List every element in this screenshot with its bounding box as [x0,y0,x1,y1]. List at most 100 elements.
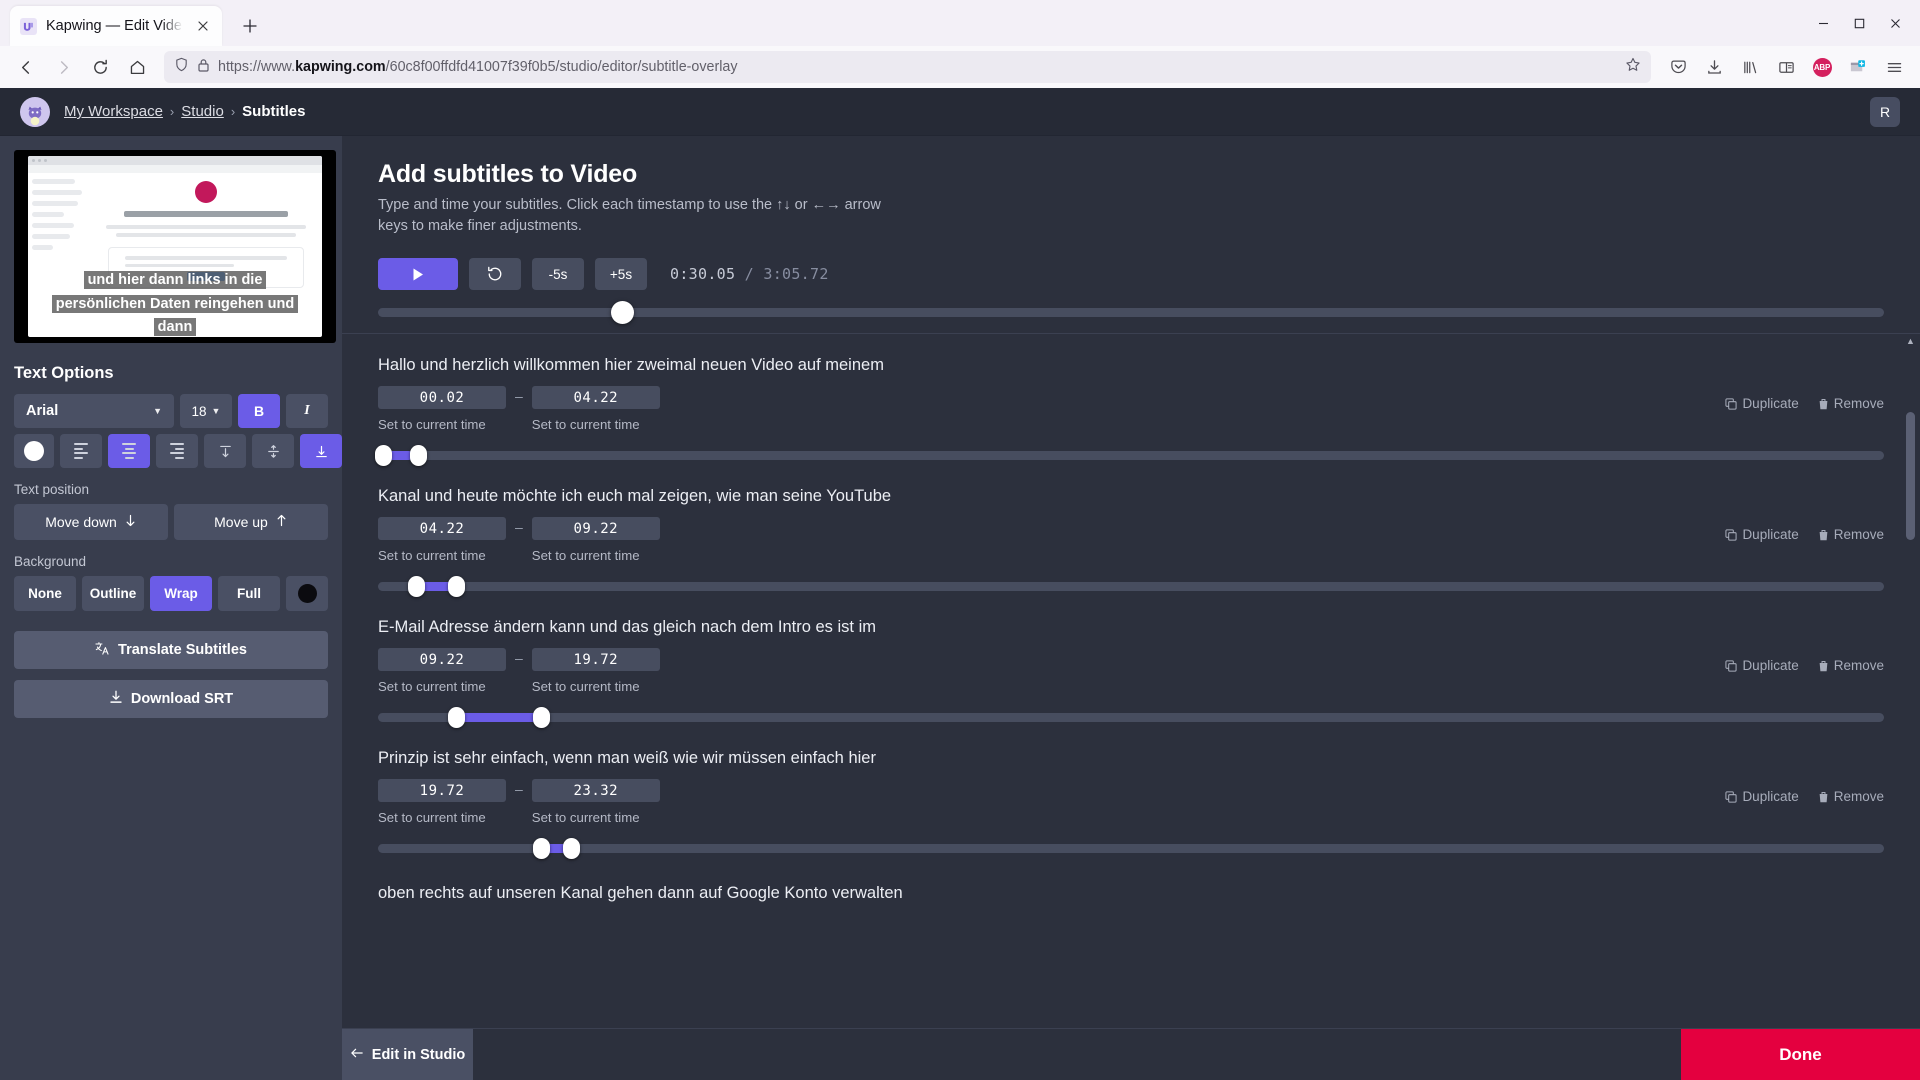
set-start-to-current-time[interactable]: Set to current time [378,679,506,694]
duplicate-button[interactable]: Duplicate [1725,658,1799,673]
align-center-icon[interactable] [108,434,150,468]
cue-end-time[interactable]: 23.32 [531,779,660,803]
pocket-icon[interactable] [1661,50,1695,84]
duplicate-button[interactable]: Duplicate [1725,396,1799,411]
cue-start-time[interactable]: 19.72 [378,779,506,803]
scrubber-handle[interactable] [610,301,634,325]
shield-icon[interactable] [174,57,189,77]
cat-avatar[interactable] [20,96,50,127]
valign-top-icon[interactable] [204,434,246,468]
forward-5s-button[interactable]: +5s [595,258,647,291]
set-start-to-current-time[interactable]: Set to current time [378,810,506,825]
user-avatar-badge[interactable]: R [1870,96,1900,127]
move-up-button[interactable]: Move up [174,504,328,540]
cue-start-handle[interactable] [407,576,425,598]
cue-text[interactable]: E-Mail Adresse ändern kann und das gleic… [378,618,1884,637]
cue-end-time[interactable]: 19.72 [531,648,660,672]
window-maximize-button[interactable] [1842,6,1876,40]
remove-button[interactable]: Remove [1818,396,1884,411]
cue-end-handle[interactable] [532,707,550,729]
move-down-button[interactable]: Move down [14,504,168,540]
cue-list-scrollbar[interactable]: ▲ [1905,334,1916,1028]
bold-button[interactable]: B [238,394,280,428]
scroll-up-arrow-icon[interactable]: ▲ [1905,336,1916,346]
background-full-button[interactable]: Full [218,576,280,611]
video-preview[interactable]: und hier dann links in die persönlichen … [14,150,336,343]
cue-range-slider[interactable] [378,576,1884,598]
scrubber-track[interactable] [378,308,1884,318]
cue-end-handle[interactable] [562,838,580,860]
download-icon[interactable] [1697,50,1731,84]
set-start-to-current-time[interactable]: Set to current time [378,548,506,563]
cue-end-time[interactable]: 04.22 [531,386,660,410]
reader-view-icon[interactable] [1769,50,1803,84]
cue-start-time[interactable]: 09.22 [378,648,506,672]
scrollbar-thumb[interactable] [1906,412,1915,541]
font-size-select[interactable]: 18 ▼ [180,394,232,428]
background-none-button[interactable]: None [14,576,76,611]
reload-icon[interactable] [83,50,117,84]
set-start-to-current-time[interactable]: Set to current time [378,417,506,432]
url-bar[interactable]: https://www.kapwing.com/60c8f00ffdfd4100… [164,51,1651,83]
cue-start-handle[interactable] [448,707,466,729]
library-icon[interactable] [1733,50,1767,84]
restart-button[interactable] [469,258,521,291]
cue-text[interactable]: Hallo und herzlich willkommen hier zweim… [378,356,1884,375]
url-text[interactable]: https://www.kapwing.com/60c8f00ffdfd4100… [218,59,1617,75]
cue-start-time[interactable]: 00.02 [378,386,506,410]
align-left-icon[interactable] [60,434,102,468]
back-5s-button[interactable]: -5s [532,258,584,291]
remove-button[interactable]: Remove [1818,658,1884,673]
duplicate-button[interactable]: Duplicate [1725,789,1799,804]
cue-slider-track[interactable] [378,582,1884,592]
close-icon[interactable] [193,17,212,36]
cue-start-time[interactable]: 04.22 [378,517,506,541]
window-minimize-button[interactable] [1806,6,1840,40]
hamburger-menu-icon[interactable] [1877,50,1911,84]
browser-tab[interactable]: Kapwing — Edit Video and Crea [10,6,222,46]
remove-button[interactable]: Remove [1818,789,1884,804]
cue-slider-track[interactable] [378,713,1884,723]
set-end-to-current-time[interactable]: Set to current time [532,417,660,432]
breadcrumb-studio[interactable]: Studio [181,103,224,120]
duplicate-button[interactable]: Duplicate [1725,527,1799,542]
cue-slider-track[interactable] [378,451,1884,461]
remove-button[interactable]: Remove [1818,527,1884,542]
forward-arrow-icon[interactable] [46,50,80,84]
breadcrumb-my-workspace[interactable]: My Workspace [64,103,163,120]
background-color-swatch[interactable] [286,576,328,611]
background-outline-button[interactable]: Outline [82,576,144,611]
star-icon[interactable] [1625,57,1641,78]
cue-end-time[interactable]: 09.22 [531,517,660,541]
adblock-plus-icon[interactable]: ABP [1805,50,1839,84]
extension-icon[interactable] [1841,50,1875,84]
set-end-to-current-time[interactable]: Set to current time [532,679,660,694]
home-icon[interactable] [120,50,154,84]
cue-text[interactable]: Prinzip ist sehr einfach, wenn man weiß … [378,749,1884,768]
cue-range-slider[interactable] [378,838,1884,860]
valign-middle-icon[interactable] [252,434,294,468]
set-end-to-current-time[interactable]: Set to current time [532,810,660,825]
cue-range-slider[interactable] [375,445,1884,467]
play-button[interactable] [378,258,458,291]
set-end-to-current-time[interactable]: Set to current time [532,548,660,563]
back-arrow-icon[interactable] [9,50,43,84]
italic-button[interactable]: I [286,394,328,428]
download-srt-button[interactable]: Download SRT [14,680,328,718]
cue-start-handle[interactable] [375,445,392,467]
timeline-scrubber[interactable] [342,301,1920,325]
text-color-swatch[interactable] [14,434,54,468]
cue-text[interactable]: oben rechts auf unseren Kanal gehen dann… [378,884,1884,903]
cue-slider-track[interactable] [378,844,1884,854]
font-family-select[interactable]: Arial ▼ [14,394,174,428]
done-button[interactable]: Done [1681,1029,1920,1080]
new-tab-button[interactable] [234,10,266,42]
padlock-icon[interactable] [197,58,210,77]
cue-range-slider[interactable] [378,707,1884,729]
cue-end-handle[interactable] [448,576,466,598]
cue-start-handle[interactable] [532,838,550,860]
cue-text[interactable]: Kanal und heute möchte ich euch mal zeig… [378,487,1884,506]
edit-in-studio-button[interactable]: Edit in Studio [342,1029,473,1080]
valign-bottom-icon[interactable] [300,434,342,468]
cue-end-handle[interactable] [409,445,427,467]
